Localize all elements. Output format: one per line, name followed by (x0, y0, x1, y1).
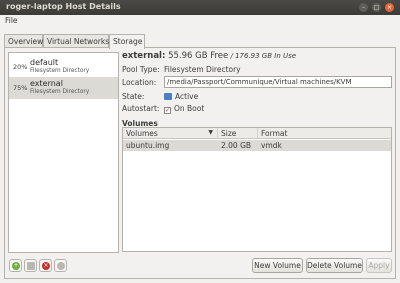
state-value: Active (164, 92, 198, 101)
pool-usage: 20% (13, 63, 28, 71)
state-text: Active (175, 92, 199, 101)
column-header-size[interactable]: Size (218, 128, 258, 139)
autostart-text: On Boot (174, 104, 205, 113)
volume-size: 2.00 GB (221, 141, 252, 150)
menu-file[interactable]: File (5, 16, 18, 25)
autostart-option: ✓ On Boot (164, 104, 204, 114)
volume-format: vmdk (261, 141, 282, 150)
volume-name: ubuntu.img (126, 141, 170, 150)
location-field[interactable]: /media/Passport/Communique/Virtual machi… (164, 76, 392, 88)
pool-type-label: Pool Type: (122, 65, 160, 74)
new-volume-button[interactable]: New Volume (252, 258, 303, 273)
tab-overview[interactable]: Overview (4, 34, 43, 48)
tab-storage[interactable]: Storage (109, 34, 145, 49)
pool-detail-name: external: (122, 51, 166, 61)
state-icon (164, 93, 172, 100)
column-header-volumes[interactable]: Volumes ▼ (123, 128, 218, 139)
column-label: Volumes (126, 129, 158, 138)
pool-free: 55.96 GB Free (168, 51, 229, 61)
pool-in-use: 176.93 GB In Use (235, 52, 297, 60)
window-title: roger-laptop Host Details (6, 2, 121, 11)
volume-actions: New Volume Delete Volume Apply (5, 258, 395, 273)
table-row[interactable]: ubuntu.img 2.00 GB vmdk (123, 140, 391, 151)
apply-button[interactable]: Apply (366, 258, 392, 273)
pool-item-default[interactable]: 20% default Filesystem Directory (9, 56, 118, 78)
maximize-icon[interactable]: □ (372, 3, 381, 12)
minimize-icon[interactable]: – (359, 3, 368, 12)
pool-summary: external: 55.96 GB Free / 176.93 GB In U… (122, 51, 296, 61)
sort-down-icon: ▼ (208, 129, 213, 136)
autostart-label: Autostart: (122, 104, 160, 113)
pool-type: Filesystem Directory (30, 89, 90, 95)
pool-name: default (30, 58, 59, 67)
location-label: Location: (122, 78, 157, 87)
pool-usage: 75% (13, 84, 28, 92)
volumes-table[interactable]: Volumes ▼ Size Format ubuntu.img 2.00 GB… (122, 127, 392, 252)
menu-bar: File (0, 15, 400, 27)
pool-type: Filesystem Directory (30, 68, 90, 74)
tab-virtual-networks[interactable]: Virtual Networks (43, 34, 109, 48)
pool-list[interactable]: 20% default Filesystem Directory 75% ext… (8, 52, 119, 253)
state-label: State: (122, 92, 145, 101)
storage-panel: 20% default Filesystem Directory 75% ext… (4, 47, 396, 279)
pool-type-value: Filesystem Directory (164, 65, 241, 74)
autostart-checkbox[interactable]: ✓ (164, 107, 171, 114)
pool-name: external (30, 79, 63, 88)
close-icon[interactable]: × (385, 3, 394, 12)
delete-volume-button[interactable]: Delete Volume (306, 258, 363, 273)
title-bar: roger-laptop Host Details – □ × (0, 0, 400, 15)
pool-item-external[interactable]: 75% external Filesystem Directory (9, 77, 118, 99)
column-header-format[interactable]: Format (258, 128, 391, 139)
